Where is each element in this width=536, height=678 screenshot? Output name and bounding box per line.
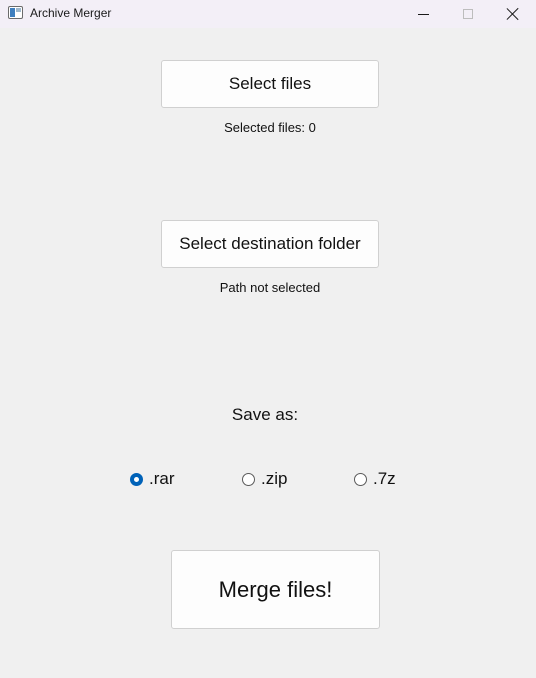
radio-label-7z: .7z (373, 469, 396, 488)
minimize-button[interactable] (400, 0, 446, 28)
close-button[interactable] (490, 0, 536, 28)
maximize-icon (463, 9, 473, 19)
merge-files-button[interactable]: Merge files! (171, 550, 380, 629)
select-files-button[interactable]: Select files (161, 60, 379, 108)
minimize-icon (417, 13, 429, 15)
radio-label-rar: .rar (149, 469, 175, 488)
maximize-button[interactable] (445, 0, 491, 28)
selected-files-count: Selected files: 0 (224, 120, 316, 135)
save-as-label: Save as: (231, 405, 299, 424)
window-title: Archive Merger (30, 6, 112, 20)
app-window: Archive Merger Select files Selected fil… (0, 0, 536, 678)
close-icon (507, 8, 519, 20)
format-radio-7z[interactable]: .7z (354, 468, 396, 490)
format-radio-rar[interactable]: .rar (130, 468, 175, 490)
title-bar[interactable]: Archive Merger (0, 0, 536, 28)
format-radio-zip[interactable]: .zip (242, 468, 287, 490)
radio-indicator[interactable] (242, 472, 255, 486)
app-window-icon (8, 6, 23, 19)
select-destination-button[interactable]: Select destination folder (161, 220, 379, 268)
destination-path-label: Path not selected (219, 280, 321, 295)
radio-indicator[interactable] (354, 472, 367, 486)
radio-indicator[interactable] (130, 472, 143, 486)
radio-label-zip: .zip (261, 469, 288, 488)
